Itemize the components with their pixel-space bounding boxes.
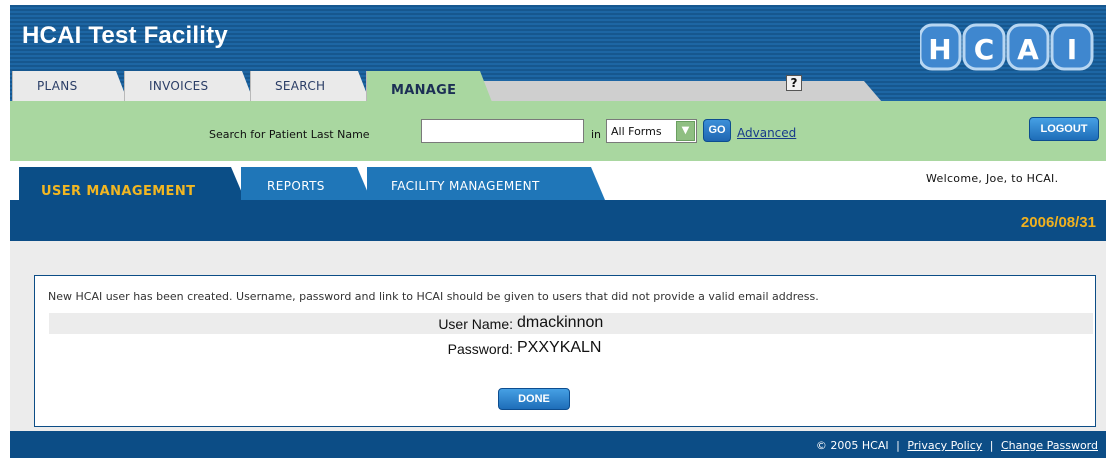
logout-button[interactable]: LOGOUT: [1029, 117, 1099, 141]
logo-letter-h: H: [928, 33, 951, 66]
content-area: New HCAI user has been created. Username…: [10, 241, 1106, 431]
forms-select[interactable]: All Forms ▼: [606, 119, 697, 143]
hcai-logo: H C A I: [920, 23, 1094, 71]
logo-letter-c: C: [974, 33, 995, 66]
app-header: HCAI Test Facility H C A I PLANS INVOICE…: [10, 5, 1106, 102]
done-button[interactable]: DONE: [498, 388, 570, 410]
in-label: in: [591, 128, 602, 141]
search-bar: Search for Patient Last Name in All Form…: [10, 101, 1106, 161]
date-bar: 2006/08/31: [10, 200, 1106, 241]
change-password-link[interactable]: Change Password: [1001, 439, 1098, 452]
welcome-message: Welcome, Joe, to HCAI.: [926, 172, 1059, 185]
tab-search[interactable]: SEARCH: [250, 71, 370, 102]
tab-invoices[interactable]: INVOICES: [124, 71, 254, 102]
forms-select-value: All Forms: [611, 125, 662, 138]
tab-manage[interactable]: MANAGE: [366, 71, 492, 102]
username-row: User Name: dmackinnon: [49, 313, 1093, 334]
subtab-reports[interactable]: REPORTS: [241, 167, 371, 200]
logo-letter-i: I: [1067, 33, 1077, 66]
username-label: User Name:: [438, 316, 513, 332]
search-label: Search for Patient Last Name: [209, 128, 370, 141]
help-button[interactable]: ?: [786, 75, 802, 91]
privacy-policy-link[interactable]: Privacy Policy: [907, 439, 982, 452]
subtab-user-management[interactable]: USER MANAGEMENT: [19, 167, 245, 200]
footer-separator: |: [896, 439, 900, 452]
main-tabs: PLANS INVOICES SEARCH MANAGE: [12, 71, 892, 102]
tab-plans[interactable]: PLANS: [12, 71, 128, 102]
logo-letter-a: A: [1017, 33, 1039, 66]
advanced-search-link[interactable]: Advanced: [737, 126, 796, 140]
copyright-text: © 2005 HCAI: [815, 439, 889, 452]
result-panel: New HCAI user has been created. Username…: [34, 275, 1096, 427]
subtab-facility-management[interactable]: FACILITY MANAGEMENT: [367, 167, 605, 200]
chevron-down-icon[interactable]: ▼: [676, 121, 695, 141]
password-label: Password:: [447, 341, 513, 357]
password-value: PXXYKALN: [517, 339, 602, 356]
username-value: dmackinnon: [517, 314, 604, 331]
footer-links: © 2005 HCAI | Privacy Policy | Change Pa…: [816, 439, 1098, 452]
go-button[interactable]: GO: [703, 119, 731, 142]
footer-separator: |: [989, 439, 994, 452]
facility-title: HCAI Test Facility: [22, 22, 228, 49]
patient-last-name-input[interactable]: [421, 119, 584, 143]
current-date: 2006/08/31: [1020, 214, 1096, 231]
tab-bar-filler: [482, 81, 882, 102]
confirmation-message: New HCAI user has been created. Username…: [48, 290, 819, 303]
password-row: Password: PXXYKALN: [49, 338, 1093, 359]
footer: © 2005 HCAI | Privacy Policy | Change Pa…: [10, 431, 1106, 458]
